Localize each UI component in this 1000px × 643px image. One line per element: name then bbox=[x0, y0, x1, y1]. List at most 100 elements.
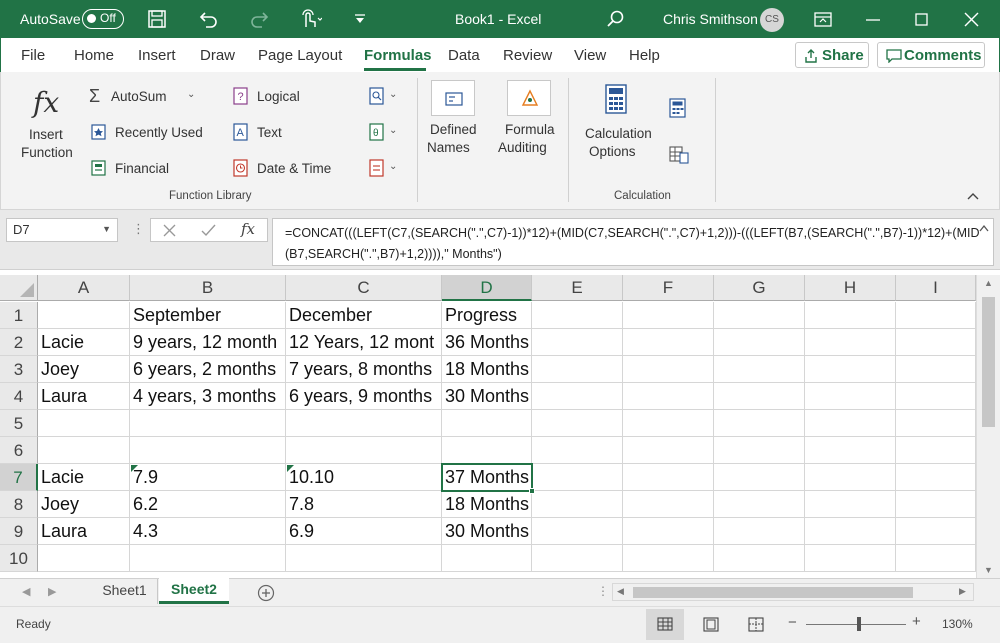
add-sheet-icon[interactable] bbox=[257, 584, 275, 602]
cell-f8[interactable] bbox=[623, 491, 714, 518]
cell-h1[interactable] bbox=[805, 302, 896, 329]
cell-e4[interactable] bbox=[532, 383, 623, 410]
formula-input[interactable]: =CONCAT(((LEFT(C7,(SEARCH(".",C7)-1))*12… bbox=[272, 218, 994, 266]
ribbon-display-options-icon[interactable] bbox=[814, 12, 832, 27]
cell-g7[interactable] bbox=[714, 464, 805, 491]
row-header-6[interactable]: 6 bbox=[0, 437, 38, 464]
cell-i3[interactable] bbox=[896, 356, 976, 383]
cell-d10[interactable] bbox=[442, 545, 532, 572]
cell-f9[interactable] bbox=[623, 518, 714, 545]
minimize-icon[interactable] bbox=[866, 19, 880, 21]
cell-i10[interactable] bbox=[896, 545, 976, 572]
zoom-slider-thumb[interactable] bbox=[857, 617, 861, 631]
more-functions-button[interactable]: ⌄ bbox=[367, 158, 403, 180]
tab-formulas[interactable]: Formulas bbox=[364, 47, 432, 64]
cell-d3[interactable]: 18 Months bbox=[442, 356, 532, 383]
cell-a1[interactable] bbox=[38, 302, 130, 329]
cell-e5[interactable] bbox=[532, 410, 623, 437]
tab-draw[interactable]: Draw bbox=[200, 47, 235, 64]
cell-i5[interactable] bbox=[896, 410, 976, 437]
save-icon[interactable] bbox=[148, 10, 166, 28]
cell-d2[interactable]: 36 Months bbox=[442, 329, 532, 356]
text-button[interactable]: A Text bbox=[231, 122, 311, 144]
financial-button[interactable]: Financial bbox=[87, 158, 197, 180]
cell-b2[interactable]: 9 years, 12 month bbox=[130, 329, 286, 356]
cell-d6[interactable] bbox=[442, 437, 532, 464]
cancel-icon[interactable] bbox=[163, 224, 176, 237]
cell-a5[interactable] bbox=[38, 410, 130, 437]
prev-sheet-icon[interactable]: ◀ bbox=[22, 585, 30, 598]
sheet-tab-sheet2[interactable]: Sheet2 bbox=[159, 578, 229, 604]
zoom-slider[interactable] bbox=[806, 617, 906, 631]
normal-view-button[interactable] bbox=[646, 609, 684, 640]
cell-a2[interactable]: Lacie bbox=[38, 329, 130, 356]
cell-h2[interactable] bbox=[805, 329, 896, 356]
column-header-a[interactable]: A bbox=[38, 275, 130, 301]
search-icon[interactable] bbox=[607, 10, 625, 28]
lookup-reference-button[interactable]: ⌄ bbox=[367, 86, 403, 108]
row-header-9[interactable]: 9 bbox=[0, 518, 38, 545]
row-header-10[interactable]: 10 bbox=[0, 545, 38, 572]
cell-i2[interactable] bbox=[896, 329, 976, 356]
cell-h5[interactable] bbox=[805, 410, 896, 437]
cell-d7[interactable]: 37 Months bbox=[441, 463, 535, 494]
cell-c4[interactable]: 6 years, 9 months bbox=[286, 383, 442, 410]
autosave-toggle[interactable]: Off bbox=[82, 9, 124, 29]
cell-i9[interactable] bbox=[896, 518, 976, 545]
cell-c5[interactable] bbox=[286, 410, 442, 437]
select-all-corner[interactable] bbox=[0, 275, 38, 301]
cell-c7[interactable]: 10.10 bbox=[286, 464, 442, 491]
cell-d9[interactable]: 30 Months bbox=[442, 518, 532, 545]
cell-i7[interactable] bbox=[896, 464, 976, 491]
cell-b1[interactable]: September bbox=[130, 302, 286, 329]
page-layout-view-icon[interactable] bbox=[703, 617, 719, 632]
cell-d8[interactable]: 18 Months bbox=[442, 491, 532, 518]
cell-d1[interactable]: Progress bbox=[442, 302, 532, 329]
tab-insert[interactable]: Insert bbox=[138, 47, 176, 64]
insert-function-button[interactable]: fx Insert Function bbox=[11, 80, 79, 172]
cell-f10[interactable] bbox=[623, 545, 714, 572]
cell-i8[interactable] bbox=[896, 491, 976, 518]
cell-h10[interactable] bbox=[805, 545, 896, 572]
horizontal-scroll-thumb[interactable] bbox=[633, 587, 913, 598]
row-header-5[interactable]: 5 bbox=[0, 410, 38, 437]
cell-f2[interactable] bbox=[623, 329, 714, 356]
recently-used-button[interactable]: Recently Used bbox=[87, 122, 217, 144]
row-header-4[interactable]: 4 bbox=[0, 383, 38, 410]
enter-icon[interactable] bbox=[201, 224, 216, 237]
cell-g6[interactable] bbox=[714, 437, 805, 464]
cell-g5[interactable] bbox=[714, 410, 805, 437]
cell-i1[interactable] bbox=[896, 302, 976, 329]
cell-a6[interactable] bbox=[38, 437, 130, 464]
cell-b8[interactable]: 6.2 bbox=[130, 491, 286, 518]
vertical-scrollbar[interactable]: ▲ ▼ bbox=[976, 275, 1000, 580]
cell-a7[interactable]: Lacie bbox=[38, 464, 130, 491]
insert-function-icon[interactable]: fx bbox=[241, 220, 255, 238]
error-indicator-icon[interactable] bbox=[287, 465, 294, 472]
redo-icon[interactable] bbox=[250, 10, 270, 28]
cell-h6[interactable] bbox=[805, 437, 896, 464]
sheet-tab-sheet1[interactable]: Sheet1 bbox=[92, 579, 158, 604]
cell-e7[interactable] bbox=[532, 464, 623, 491]
cell-b9[interactable]: 4.3 bbox=[130, 518, 286, 545]
tab-home[interactable]: Home bbox=[74, 47, 114, 64]
row-header-2[interactable]: 2 bbox=[0, 329, 38, 356]
scroll-down-icon[interactable]: ▼ bbox=[984, 565, 993, 575]
cell-a10[interactable] bbox=[38, 545, 130, 572]
zoom-level[interactable]: 130% bbox=[942, 617, 973, 631]
cell-b5[interactable] bbox=[130, 410, 286, 437]
cell-c2[interactable]: 12 Years, 12 mont bbox=[286, 329, 442, 356]
column-header-b[interactable]: B bbox=[130, 275, 286, 301]
logical-button[interactable]: ? Logical bbox=[231, 86, 331, 108]
row-header-8[interactable]: 8 bbox=[0, 491, 38, 518]
maximize-icon[interactable] bbox=[915, 13, 928, 26]
cell-a3[interactable]: Joey bbox=[38, 356, 130, 383]
page-break-preview-icon[interactable] bbox=[748, 617, 764, 632]
expand-formula-bar-icon[interactable] bbox=[979, 224, 989, 232]
cell-i4[interactable] bbox=[896, 383, 976, 410]
column-header-h[interactable]: H bbox=[805, 275, 896, 301]
cell-b4[interactable]: 4 years, 3 months bbox=[130, 383, 286, 410]
tab-file[interactable]: File bbox=[21, 47, 45, 64]
autosum-button[interactable]: Σ AutoSum ⌄ bbox=[87, 86, 207, 108]
name-box[interactable]: D7 ▼ bbox=[6, 218, 118, 242]
